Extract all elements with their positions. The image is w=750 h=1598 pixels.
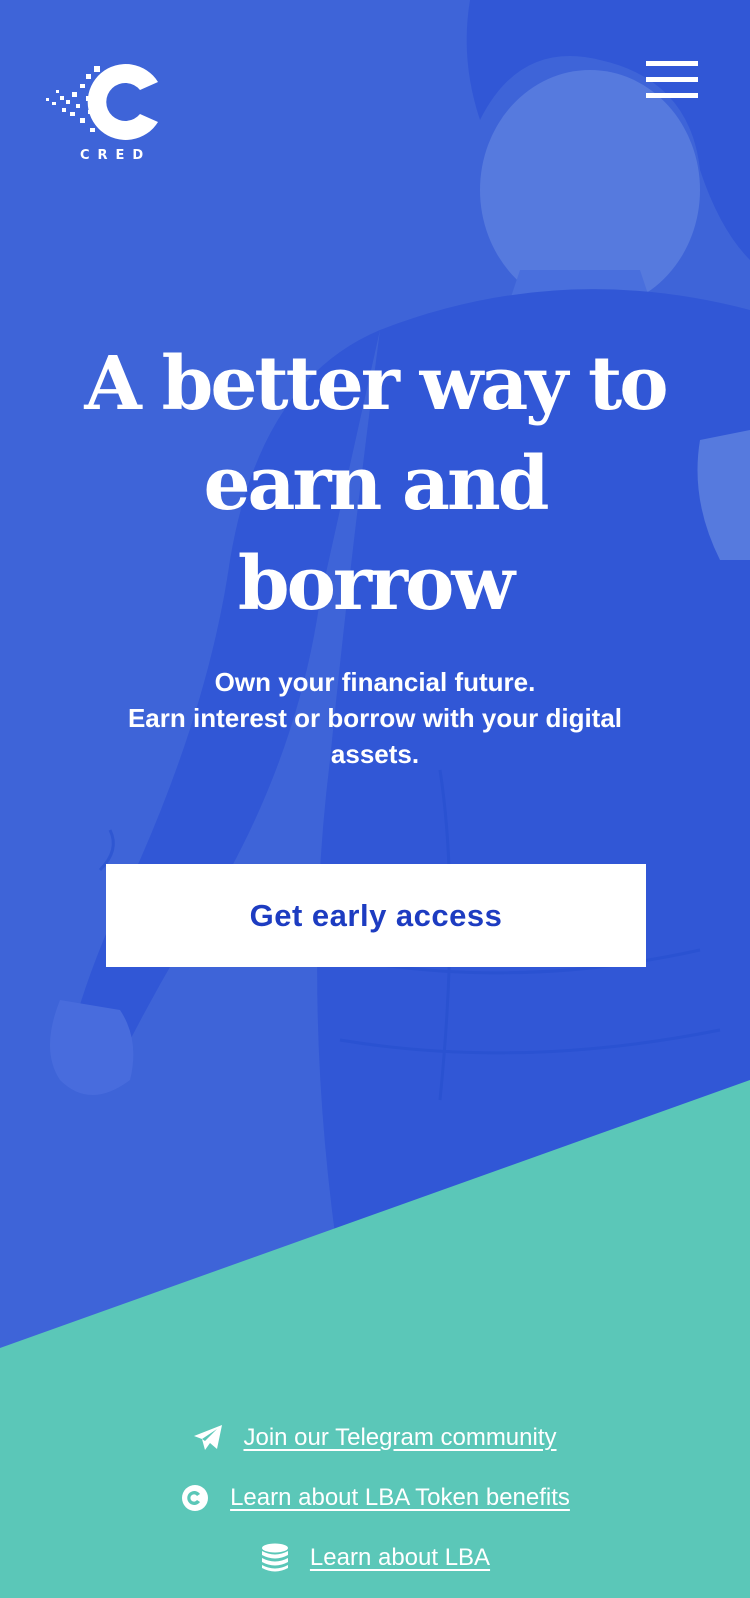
coin-stack-icon [260, 1543, 290, 1573]
headline-line: earn and [203, 441, 549, 527]
cred-wordmark: CRED [80, 148, 152, 163]
hero-photo-background [50, 0, 750, 1271]
hamburger-menu-icon[interactable] [646, 61, 698, 101]
link-label[interactable]: Join our Telegram community [243, 1424, 556, 1452]
footer-links: Join our Telegram community Learn about … [0, 1408, 750, 1588]
link-learn-about-lba[interactable]: Learn about LBA [0, 1528, 750, 1588]
link-lba-token-benefits[interactable]: Learn about LBA Token benefits [0, 1468, 750, 1528]
subtitle-line: Earn interest or borrow with your digita… [127, 703, 623, 769]
menu-line [646, 77, 698, 82]
headline-line: borrow [237, 541, 515, 627]
hero-headline: A better way to earn and borrow [40, 334, 710, 634]
menu-line [646, 61, 698, 66]
hero-subtitle: Own your financial future. Earn interest… [100, 664, 650, 772]
cred-c-mark-icon [46, 64, 158, 140]
footer-diagonal-band [0, 1080, 750, 1598]
cred-coin-icon [180, 1483, 210, 1513]
hero-section: A better way to earn and borrow [40, 334, 710, 634]
headline-line: A better way to [84, 341, 668, 427]
subtitle-line: Own your financial future. [214, 667, 536, 697]
link-label[interactable]: Learn about LBA [310, 1544, 490, 1572]
landing-page: CRED A better way to earn and borrow Own… [0, 0, 750, 1598]
telegram-icon [193, 1423, 223, 1453]
link-telegram[interactable]: Join our Telegram community [0, 1408, 750, 1468]
link-label[interactable]: Learn about LBA Token benefits [230, 1484, 570, 1512]
menu-line [646, 93, 698, 98]
get-early-access-button[interactable]: Get early access [106, 864, 646, 967]
cred-logo[interactable]: CRED [42, 56, 164, 168]
